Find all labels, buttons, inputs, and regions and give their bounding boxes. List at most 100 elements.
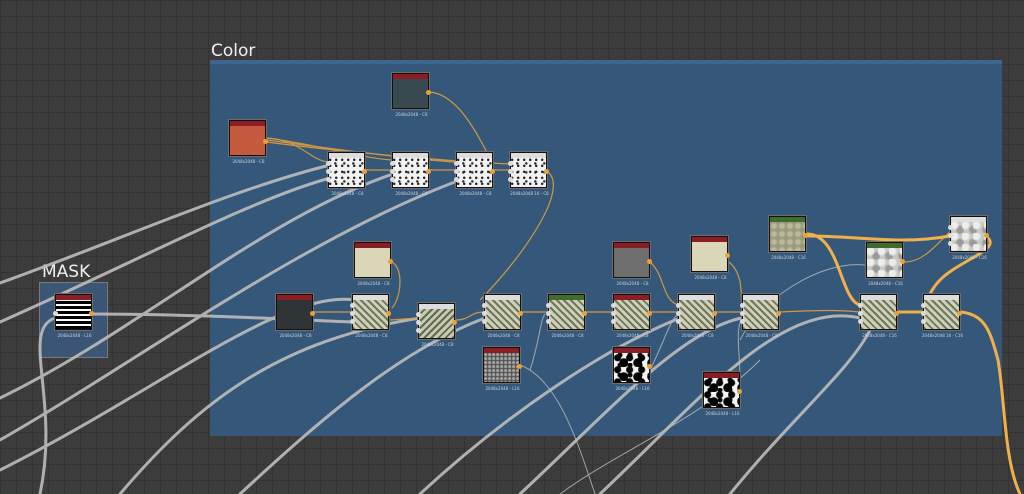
input-port[interactable]	[454, 161, 459, 166]
uniform-color-node-dark[interactable]: 2048x2048 - C8	[276, 294, 315, 338]
wire-orange	[429, 91, 491, 159]
blend-node-10[interactable]: 2048x2048 - C8	[676, 294, 717, 338]
output-texture-node[interactable]: 2048x2048 - C16	[948, 216, 989, 260]
input-port[interactable]	[676, 311, 681, 316]
input-port[interactable]	[921, 319, 926, 324]
output-port[interactable]	[544, 169, 549, 174]
blend-node-13[interactable]: 2048x2048 16 - C16	[921, 294, 963, 338]
output-port[interactable]	[725, 253, 730, 258]
input-port[interactable]	[948, 241, 953, 246]
input-port[interactable]	[740, 319, 745, 324]
output-port[interactable]	[803, 233, 808, 238]
input-port[interactable]	[611, 319, 616, 324]
input-port[interactable]	[611, 311, 616, 316]
blend-node-5[interactable]: 2048x2048 - C8	[350, 294, 391, 338]
node-label: 2048x2048 - C8	[395, 112, 428, 117]
input-port[interactable]	[921, 311, 926, 316]
output-port[interactable]	[89, 311, 94, 316]
input-port[interactable]	[454, 177, 459, 182]
blend-node-2[interactable]: 2048x2048 - C8	[390, 152, 431, 196]
input-port[interactable]	[858, 303, 863, 308]
output-port[interactable]	[647, 364, 652, 369]
output-port[interactable]	[647, 311, 652, 316]
output-port[interactable]	[957, 311, 962, 316]
input-port[interactable]	[508, 169, 513, 174]
input-port[interactable]	[482, 303, 487, 308]
output-port[interactable]	[452, 320, 457, 325]
input-port[interactable]	[611, 303, 616, 308]
uniform-color-node-cream-2[interactable]: 2048x2048 - C8	[691, 236, 730, 280]
blend-node-3[interactable]: 2048x2048 - C8	[454, 152, 495, 196]
input-port[interactable]	[740, 303, 745, 308]
output-port[interactable]	[894, 311, 899, 316]
output-port[interactable]	[310, 311, 315, 316]
node-thumbnail	[679, 300, 714, 329]
input-port[interactable]	[676, 303, 681, 308]
input-port[interactable]	[326, 177, 331, 182]
input-port[interactable]	[740, 311, 745, 316]
input-port[interactable]	[416, 320, 421, 325]
input-port[interactable]	[546, 303, 551, 308]
input-port[interactable]	[326, 161, 331, 166]
blend-node-4[interactable]: 2048x2048 16 - C8	[508, 152, 549, 196]
output-port[interactable]	[386, 311, 391, 316]
input-port[interactable]	[390, 169, 395, 174]
blend-node-8[interactable]: 2048x2048 - C8	[546, 294, 587, 338]
moss-texture-node[interactable]: 2048x2048 - C16	[769, 216, 808, 260]
blend-node-11[interactable]: 2048x2048 - C8	[740, 294, 781, 338]
output-port[interactable]	[362, 169, 367, 174]
input-port[interactable]	[350, 311, 355, 316]
output-port[interactable]	[426, 169, 431, 174]
input-port[interactable]	[546, 319, 551, 324]
output-port[interactable]	[388, 259, 393, 264]
output-port[interactable]	[712, 311, 717, 316]
input-port[interactable]	[482, 311, 487, 316]
input-port[interactable]	[921, 303, 926, 308]
input-port[interactable]	[416, 328, 421, 333]
input-port[interactable]	[416, 312, 421, 317]
output-port[interactable]	[647, 259, 652, 264]
mask-node[interactable]: 2048x2048 - L16	[53, 294, 94, 338]
input-port[interactable]	[858, 311, 863, 316]
bw-mask-node-2[interactable]: 2048x2048 - L16	[703, 372, 742, 416]
output-port[interactable]	[263, 139, 268, 144]
input-port[interactable]	[454, 169, 459, 174]
input-port[interactable]	[390, 177, 395, 182]
output-port[interactable]	[517, 364, 522, 369]
input-port[interactable]	[948, 233, 953, 238]
blend-node-12[interactable]: 2048x2048 - C16	[858, 294, 899, 338]
input-port[interactable]	[326, 169, 331, 174]
input-port[interactable]	[508, 177, 513, 182]
bw-mask-node-1[interactable]: 2048x2048 - L16	[613, 347, 652, 391]
rock-texture-node[interactable]: 2048x2048 - C16	[866, 242, 905, 286]
blend-node-1[interactable]: 2048x2048 - C8	[326, 152, 367, 196]
output-port[interactable]	[900, 259, 905, 264]
output-port[interactable]	[776, 311, 781, 316]
grain-node[interactable]: 2048x2048 - L16	[483, 347, 522, 391]
input-port[interactable]	[53, 311, 58, 316]
node-thumbnail	[484, 353, 519, 382]
uniform-color-node-cream[interactable]: 2048x2048 - C8	[354, 242, 393, 286]
input-port[interactable]	[546, 311, 551, 316]
input-port[interactable]	[508, 161, 513, 166]
output-port[interactable]	[984, 233, 989, 238]
input-port[interactable]	[482, 319, 487, 324]
blend-node-7[interactable]: 2048x2048 - C8	[482, 294, 523, 338]
input-port[interactable]	[350, 319, 355, 324]
input-port[interactable]	[858, 319, 863, 324]
input-port[interactable]	[350, 303, 355, 308]
output-port[interactable]	[426, 90, 431, 95]
output-port[interactable]	[490, 169, 495, 174]
input-port[interactable]	[948, 225, 953, 230]
uniform-color-node-red[interactable]: 2048x2048 - C8	[229, 120, 268, 164]
input-port[interactable]	[676, 319, 681, 324]
uniform-color-node-gray[interactable]: 2048x2048 - C8	[613, 242, 652, 286]
input-port[interactable]	[390, 161, 395, 166]
output-port[interactable]	[518, 311, 523, 316]
blend-node-6[interactable]: 2048x2048 - C8	[416, 303, 457, 347]
output-port[interactable]	[582, 311, 587, 316]
uniform-color-node-slate[interactable]: 2048x2048 - C8	[392, 73, 431, 117]
output-port[interactable]	[737, 389, 742, 394]
blend-node-9[interactable]: 2048x2048 - C8	[611, 294, 652, 338]
node-label: 2048x2048 - C8	[681, 333, 714, 338]
